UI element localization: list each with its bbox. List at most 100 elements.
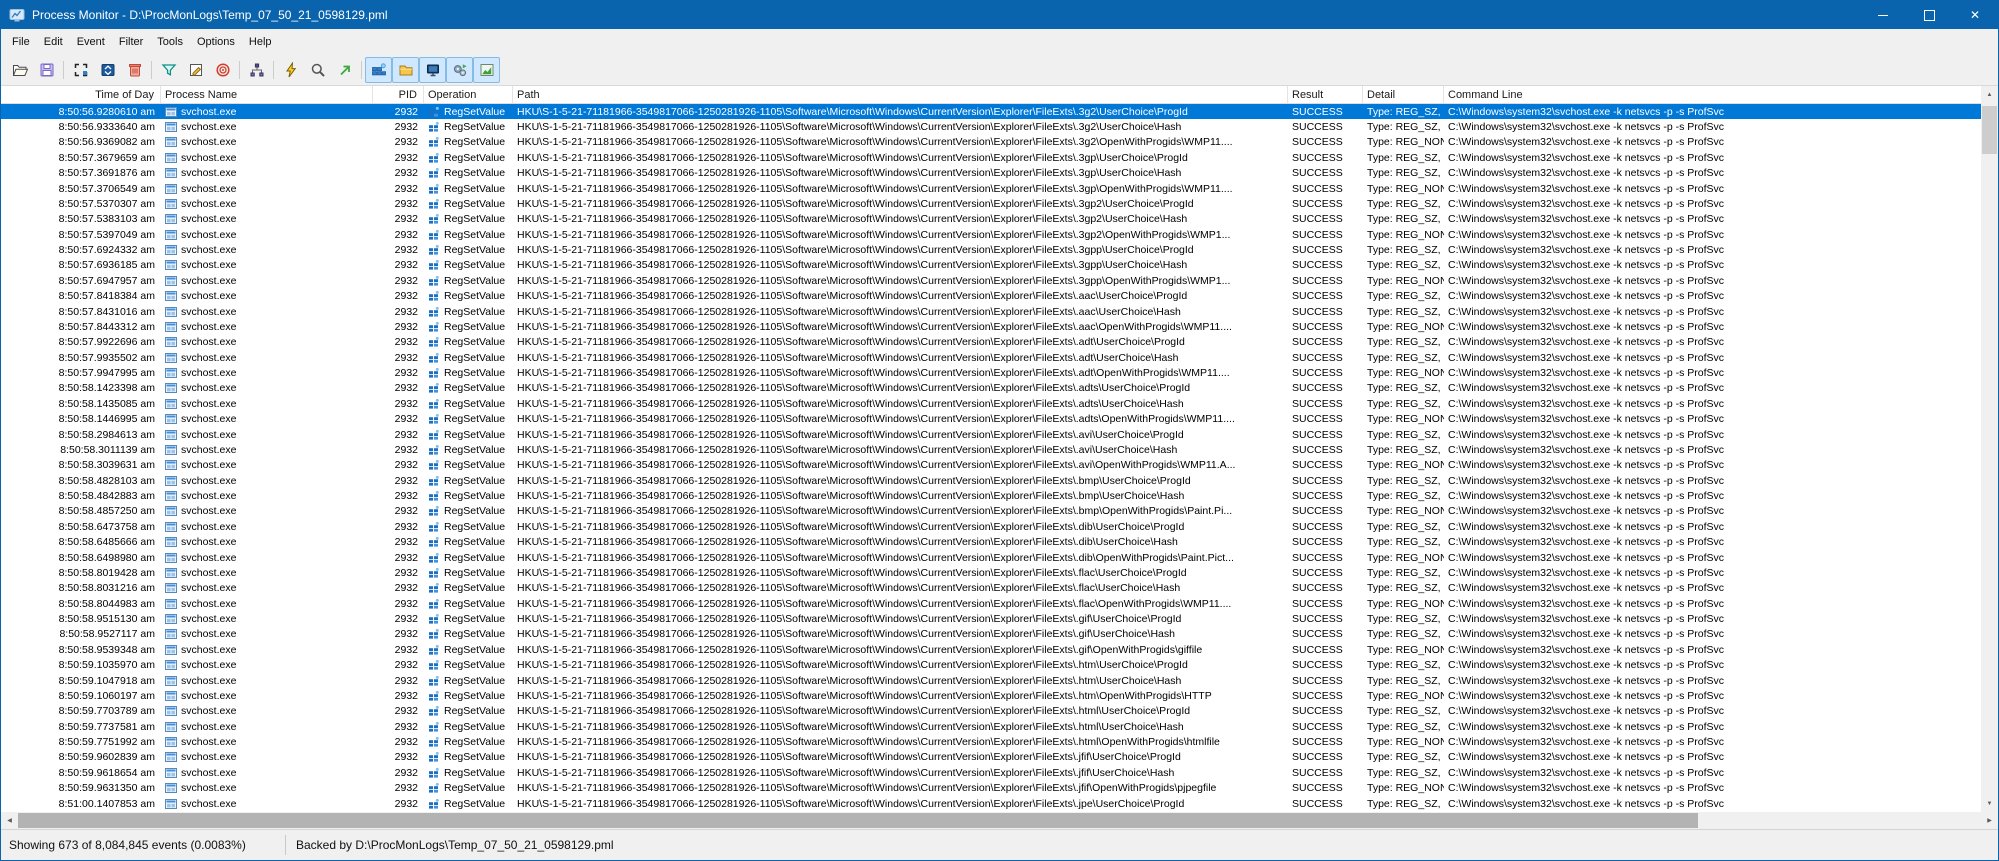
table-row[interactable]: 8:50:58.6473758 am svchost.exe 2932 RegSetV… [1, 519, 1983, 534]
column-header-detail[interactable]: Detail [1363, 86, 1444, 103]
column-header-pid[interactable]: PID [373, 86, 424, 103]
maximize-button[interactable] [1906, 1, 1952, 29]
table-row[interactable]: 8:50:57.8431016 am svchost.exe 2932 RegSetV… [1, 304, 1983, 319]
horizontal-scrollbar[interactable]: ◀ ▶ [1, 812, 1998, 829]
menu-file[interactable]: File [5, 29, 37, 55]
table-row[interactable]: 8:50:56.9369082 am svchost.exe 2932 RegSetV… [1, 135, 1983, 150]
column-header-result[interactable]: Result [1288, 86, 1363, 103]
table-row[interactable]: 8:50:58.9539348 am svchost.exe 2932 RegSetV… [1, 642, 1983, 657]
table-row[interactable]: 8:50:58.4857250 am svchost.exe 2932 RegSetV… [1, 504, 1983, 519]
table-row[interactable]: 8:50:58.6485666 am svchost.exe 2932 RegSetV… [1, 535, 1983, 550]
show-network-activity-toggle[interactable] [419, 57, 446, 83]
table-row[interactable]: 8:50:59.1047918 am svchost.exe 2932 RegSetV… [1, 673, 1983, 688]
table-row[interactable]: 8:50:58.8031216 am svchost.exe 2932 RegSetV… [1, 581, 1983, 596]
table-row[interactable]: 8:50:58.1446995 am svchost.exe 2932 RegSetV… [1, 412, 1983, 427]
menu-options[interactable]: Options [190, 29, 242, 55]
app-icon[interactable] [9, 7, 25, 23]
include-process-button[interactable] [209, 57, 236, 83]
table-row[interactable]: 8:50:59.1035970 am svchost.exe 2932 RegSetV… [1, 658, 1983, 673]
time-of-day-cell: 8:50:58.9539348 am [58, 643, 155, 656]
table-row[interactable]: 8:50:57.5370307 am svchost.exe 2932 RegSetV… [1, 196, 1983, 211]
autoscroll-button[interactable] [94, 57, 121, 83]
find-button[interactable] [304, 57, 331, 83]
table-row[interactable]: 8:50:59.9631350 am svchost.exe 2932 RegSetV… [1, 781, 1983, 796]
process-icon [165, 413, 177, 425]
pid-cell: 2932 [394, 613, 418, 626]
horizontal-scroll-thumb[interactable] [18, 813, 1698, 828]
vertical-scroll-thumb[interactable] [1982, 106, 1997, 154]
table-row[interactable]: 8:50:57.3706549 am svchost.exe 2932 RegSetV… [1, 181, 1983, 196]
table-row[interactable]: 8:50:57.8443312 am svchost.exe 2932 RegSetV… [1, 319, 1983, 334]
path-cell: HKU\S-1-5-21-71181966-3549817066-1250281… [517, 459, 1236, 472]
table-row[interactable]: 8:50:57.3679659 am svchost.exe 2932 RegSetV… [1, 150, 1983, 165]
table-row[interactable]: 8:50:59.9602839 am svchost.exe 2932 RegSetV… [1, 750, 1983, 765]
table-row[interactable]: 8:50:56.9333640 am svchost.exe 2932 RegSetV… [1, 119, 1983, 134]
table-row[interactable]: 8:50:58.6498980 am svchost.exe 2932 RegSetV… [1, 550, 1983, 565]
show-registry-activity-toggle[interactable] [365, 57, 392, 83]
scroll-left-arrow[interactable]: ◀ [1, 812, 18, 829]
table-row[interactable]: 8:50:58.8019428 am svchost.exe 2932 RegSetV… [1, 565, 1983, 580]
table-row[interactable]: 8:50:58.1423398 am svchost.exe 2932 RegSetV… [1, 381, 1983, 396]
open-button[interactable] [6, 57, 33, 83]
show-process-activity-toggle[interactable] [446, 57, 473, 83]
column-header-command-line[interactable]: Command Line [1444, 86, 1983, 103]
table-row[interactable]: 8:50:58.3039631 am svchost.exe 2932 RegSetV… [1, 458, 1983, 473]
table-row[interactable]: 8:50:57.9935502 am svchost.exe 2932 RegSetV… [1, 350, 1983, 365]
menu-edit[interactable]: Edit [37, 29, 70, 55]
table-row[interactable]: 8:50:59.7737581 am svchost.exe 2932 RegSetV… [1, 719, 1983, 734]
table-row[interactable]: 8:50:58.9515130 am svchost.exe 2932 RegSetV… [1, 611, 1983, 626]
table-row[interactable]: 8:50:57.3691876 am svchost.exe 2932 RegSetV… [1, 166, 1983, 181]
column-header-time[interactable]: Time of Day [1, 86, 161, 103]
table-row[interactable]: 8:50:57.6947957 am svchost.exe 2932 RegSetV… [1, 273, 1983, 288]
result-cell: SUCCESS [1292, 643, 1343, 656]
table-row[interactable]: 8:50:58.4828103 am svchost.exe 2932 RegSetV… [1, 473, 1983, 488]
registry-operation-icon [428, 628, 440, 640]
menu-tools[interactable]: Tools [150, 29, 190, 55]
table-row[interactable]: 8:50:59.9618654 am svchost.exe 2932 RegSetV… [1, 765, 1983, 780]
jump-to-button[interactable] [331, 57, 358, 83]
clear-button[interactable] [121, 57, 148, 83]
column-header-path[interactable]: Path [513, 86, 1288, 103]
table-row[interactable]: 8:50:57.9947995 am svchost.exe 2932 RegSetV… [1, 365, 1983, 380]
close-button[interactable]: ✕ [1952, 1, 1998, 29]
menu-help[interactable]: Help [242, 29, 279, 55]
table-row[interactable]: 8:50:58.8044983 am svchost.exe 2932 RegSetV… [1, 596, 1983, 611]
table-row[interactable]: 8:50:56.9280610 am svchost.exe 2932 RegSetV… [1, 104, 1983, 120]
process-icon [165, 259, 177, 271]
menu-event[interactable]: Event [70, 29, 112, 55]
table-row[interactable]: 8:50:58.2984613 am svchost.exe 2932 RegSetV… [1, 427, 1983, 442]
table-row[interactable]: 8:50:58.1435085 am svchost.exe 2932 RegSetV… [1, 396, 1983, 411]
table-row[interactable]: 8:50:58.9527117 am svchost.exe 2932 RegSetV… [1, 627, 1983, 642]
vertical-scrollbar[interactable]: ▲ ▼ [1981, 86, 1998, 812]
capture-button[interactable] [67, 57, 94, 83]
highlight-button[interactable] [182, 57, 209, 83]
process-tree-button[interactable] [243, 57, 270, 83]
show-file-system-activity-toggle[interactable] [392, 57, 419, 83]
capture-events-button[interactable] [277, 57, 304, 83]
table-row[interactable]: 8:50:59.7703789 am svchost.exe 2932 RegSetV… [1, 704, 1983, 719]
save-button[interactable] [33, 57, 60, 83]
table-row[interactable]: 8:50:57.8418384 am svchost.exe 2932 RegSetV… [1, 289, 1983, 304]
show-profiling-events-toggle[interactable] [473, 57, 500, 83]
scroll-up-arrow[interactable]: ▲ [1981, 86, 1998, 103]
table-row[interactable]: 8:51:00.1407853 am svchost.exe 2932 RegSetV… [1, 796, 1983, 811]
command-line-cell: C:\Windows\system32\svchost.exe -k netsv… [1448, 351, 1724, 364]
time-of-day-cell: 8:50:58.1435085 am [58, 397, 155, 410]
scroll-right-arrow[interactable]: ▶ [1981, 812, 1998, 829]
column-header-operation[interactable]: Operation [424, 86, 513, 103]
table-row[interactable]: 8:50:57.5383103 am svchost.exe 2932 RegSetV… [1, 212, 1983, 227]
table-row[interactable]: 8:50:57.6924332 am svchost.exe 2932 RegSetV… [1, 242, 1983, 257]
minimize-button[interactable] [1860, 1, 1906, 29]
table-row[interactable]: 8:50:57.9922696 am svchost.exe 2932 RegSetV… [1, 335, 1983, 350]
table-row[interactable]: 8:50:57.5397049 am svchost.exe 2932 RegSetV… [1, 227, 1983, 242]
filter-button[interactable] [155, 57, 182, 83]
menu-filter[interactable]: Filter [112, 29, 150, 55]
column-header-process[interactable]: Process Name [161, 86, 373, 103]
table-row[interactable]: 8:50:59.7751992 am svchost.exe 2932 RegSetV… [1, 734, 1983, 749]
table-row[interactable]: 8:50:58.4842883 am svchost.exe 2932 RegSetV… [1, 488, 1983, 503]
table-row[interactable]: 8:50:57.6936185 am svchost.exe 2932 RegSetV… [1, 258, 1983, 273]
scroll-down-arrow[interactable]: ▼ [1981, 795, 1998, 812]
process-name-cell: svchost.exe [161, 444, 373, 456]
table-row[interactable]: 8:50:59.1060197 am svchost.exe 2932 RegSetV… [1, 688, 1983, 703]
table-row[interactable]: 8:50:58.3011139 am svchost.exe 2932 RegSetV… [1, 442, 1983, 457]
